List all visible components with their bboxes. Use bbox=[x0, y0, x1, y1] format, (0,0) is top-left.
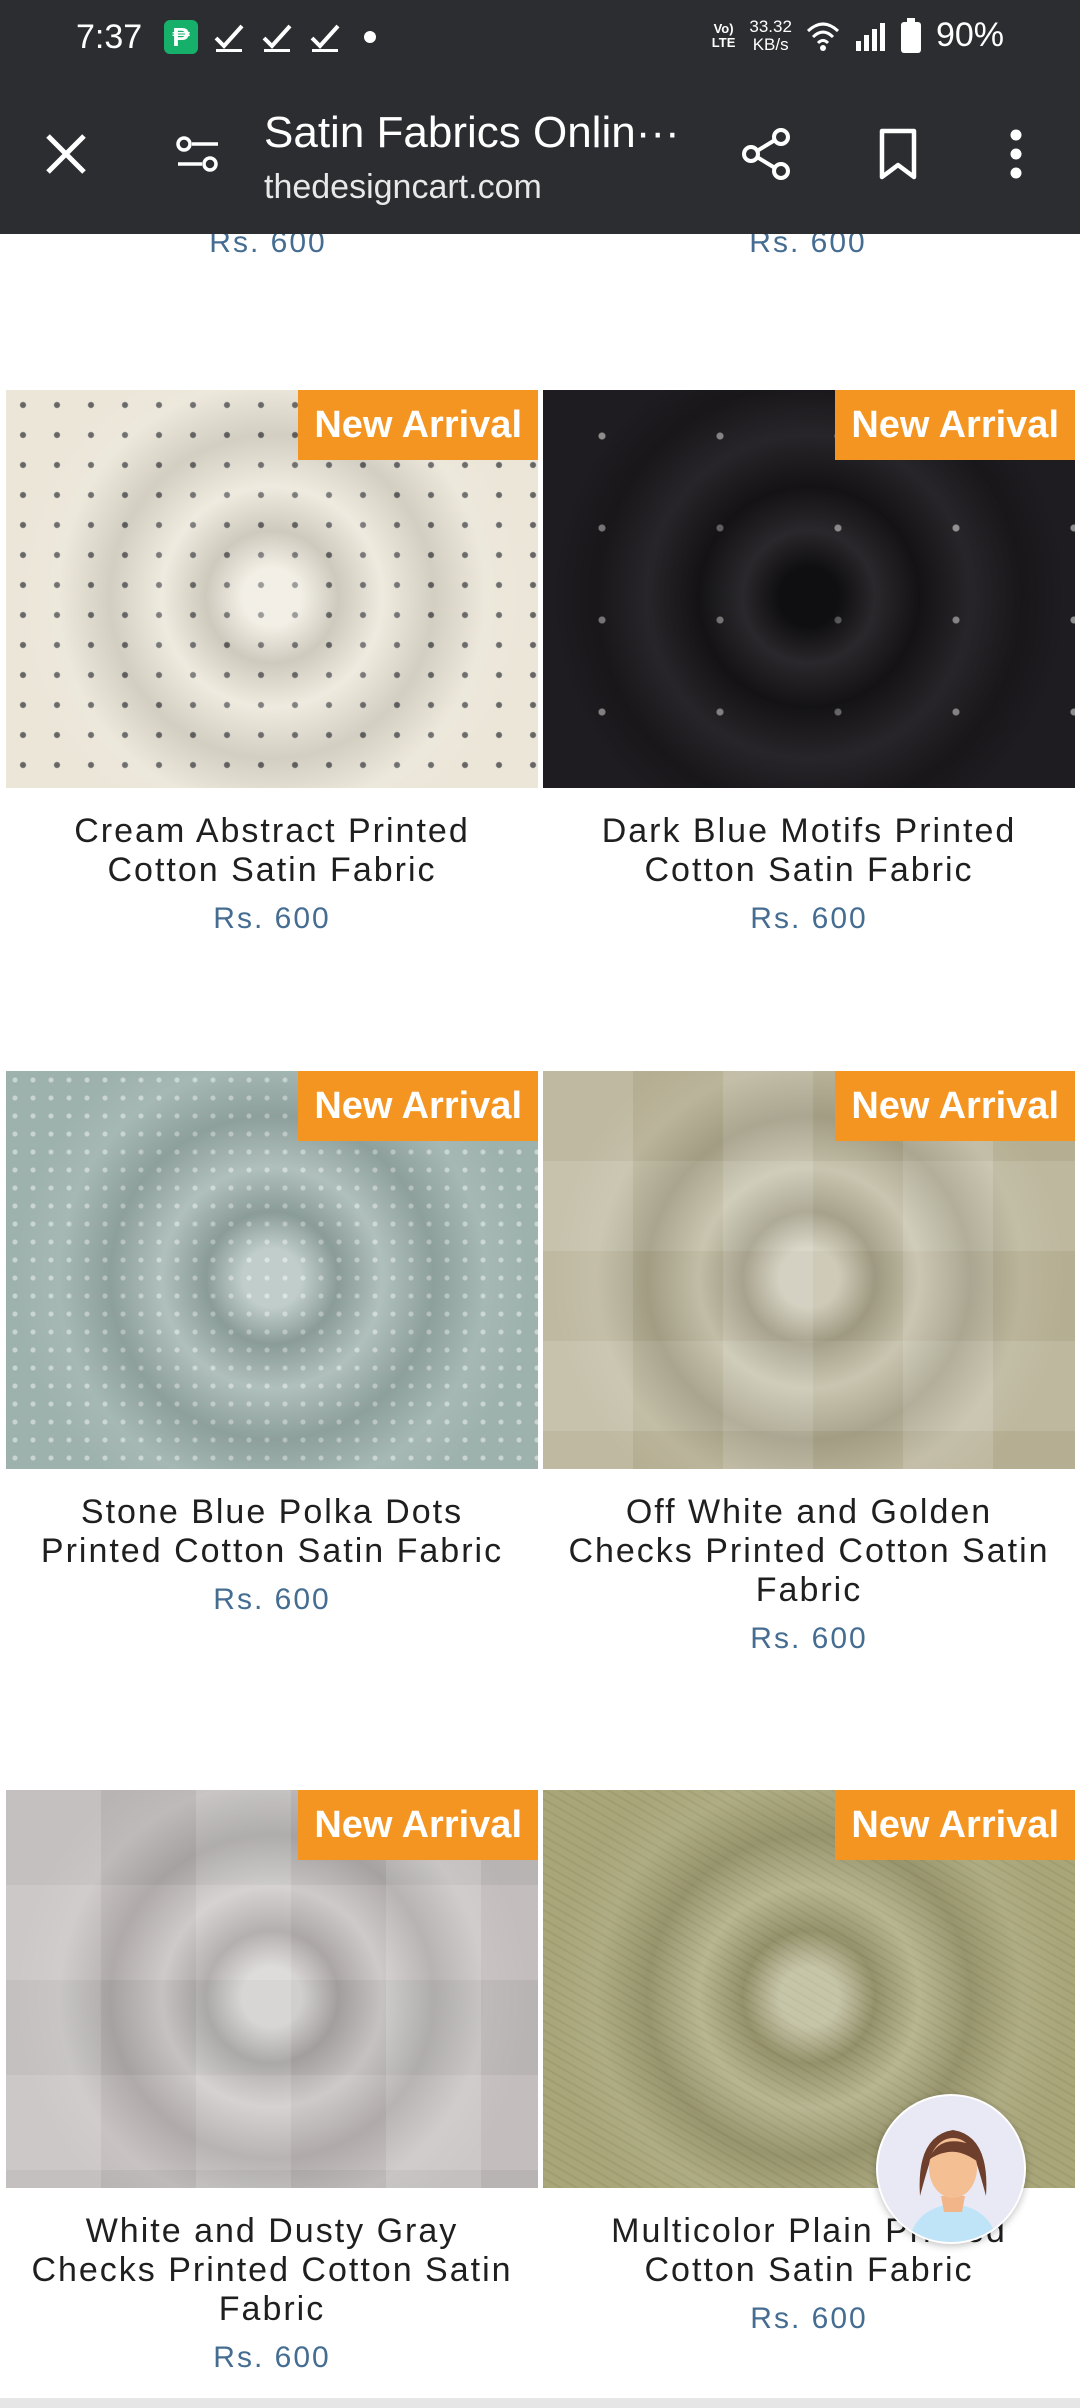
more-vert-icon bbox=[1010, 129, 1022, 179]
new-arrival-badge: New Arrival bbox=[298, 1071, 538, 1141]
product-price: Rs. 600 bbox=[750, 1622, 868, 1655]
status-time: 7:37 bbox=[76, 18, 143, 56]
system-icons: Vo) LTE 33.32 KB/s 90% bbox=[712, 16, 1004, 55]
bookmark-icon bbox=[879, 128, 917, 180]
signal-icon bbox=[855, 22, 885, 51]
check-notification-icon bbox=[262, 24, 292, 52]
new-arrival-badge: New Arrival bbox=[835, 1071, 1075, 1141]
page-info-button[interactable] bbox=[162, 118, 234, 190]
browser-toolbar: Satin Fabrics Onlin··· thedesigncart.com bbox=[0, 78, 1080, 234]
product-card[interactable]: New Arrival Off White and Golden Checks … bbox=[543, 1071, 1075, 1656]
product-name[interactable]: White and Dusty Gray Checks Printed Cott… bbox=[6, 2212, 538, 2329]
product-price: Rs. 600 bbox=[213, 902, 331, 935]
product-image[interactable]: New Arrival bbox=[6, 1071, 538, 1469]
battery-percent: 90% bbox=[935, 16, 1004, 54]
product-image[interactable]: New Arrival bbox=[543, 390, 1075, 788]
payment-app-icon: ₱ bbox=[164, 20, 198, 54]
share-icon bbox=[742, 128, 790, 180]
chat-avatar-icon bbox=[878, 2096, 1024, 2242]
navigation-gesture-area bbox=[0, 2398, 1080, 2408]
status-bar: 7:37 ₱ Vo) LTE 33.32 KB/s 90% bbox=[0, 0, 1080, 78]
battery-icon bbox=[900, 17, 921, 53]
overflow-menu-button[interactable] bbox=[980, 118, 1052, 190]
page-domain: thedesigncart.com bbox=[264, 168, 542, 206]
wifi-icon bbox=[806, 22, 839, 51]
volte-icon: Vo) LTE bbox=[711, 20, 736, 50]
notification-icons: ₱ bbox=[164, 20, 376, 54]
close-button[interactable] bbox=[30, 118, 102, 190]
network-speed: 33.32 KB/s bbox=[749, 16, 792, 54]
product-card[interactable]: New Arrival Multicolor Plain Printed Cot… bbox=[543, 1790, 1075, 2336]
new-arrival-badge: New Arrival bbox=[835, 1790, 1075, 1860]
product-image[interactable]: New Arrival bbox=[543, 1071, 1075, 1469]
product-name[interactable]: Dark Blue Motifs Printed Cotton Satin Fa… bbox=[543, 812, 1075, 890]
new-arrival-badge: New Arrival bbox=[835, 390, 1075, 460]
product-image[interactable]: New Arrival bbox=[6, 390, 538, 788]
close-icon bbox=[46, 134, 86, 174]
check-notification-icon bbox=[214, 24, 244, 52]
product-name[interactable]: Stone Blue Polka Dots Printed Cotton Sat… bbox=[6, 1493, 538, 1571]
product-price: Rs. 600 bbox=[213, 1583, 331, 1616]
product-price: Rs. 600 bbox=[750, 2302, 868, 2335]
product-image[interactable]: New Arrival bbox=[6, 1790, 538, 2188]
product-card[interactable]: New Arrival Dark Blue Motifs Printed Cot… bbox=[543, 390, 1075, 936]
new-arrival-badge: New Arrival bbox=[298, 390, 538, 460]
bookmark-button[interactable] bbox=[862, 118, 934, 190]
new-arrival-badge: New Arrival bbox=[298, 1790, 538, 1860]
tune-icon bbox=[176, 136, 218, 172]
more-notifications-icon bbox=[364, 31, 376, 43]
page-title: Satin Fabrics Onlin··· bbox=[264, 108, 680, 157]
check-notification-icon bbox=[310, 24, 340, 52]
product-price: Rs. 600 bbox=[750, 902, 868, 935]
product-name[interactable]: Cream Abstract Printed Cotton Satin Fabr… bbox=[6, 812, 538, 890]
product-card[interactable]: New Arrival Stone Blue Polka Dots Printe… bbox=[6, 1071, 538, 1617]
product-name[interactable]: Off White and Golden Checks Printed Cott… bbox=[543, 1493, 1075, 1610]
product-card[interactable]: New Arrival White and Dusty Gray Checks … bbox=[6, 1790, 538, 2375]
share-button[interactable] bbox=[730, 118, 802, 190]
chat-assistant-button[interactable] bbox=[876, 2094, 1026, 2244]
product-price: Rs. 600 bbox=[213, 2341, 331, 2374]
product-card[interactable]: New Arrival Cream Abstract Printed Cotto… bbox=[6, 390, 538, 936]
